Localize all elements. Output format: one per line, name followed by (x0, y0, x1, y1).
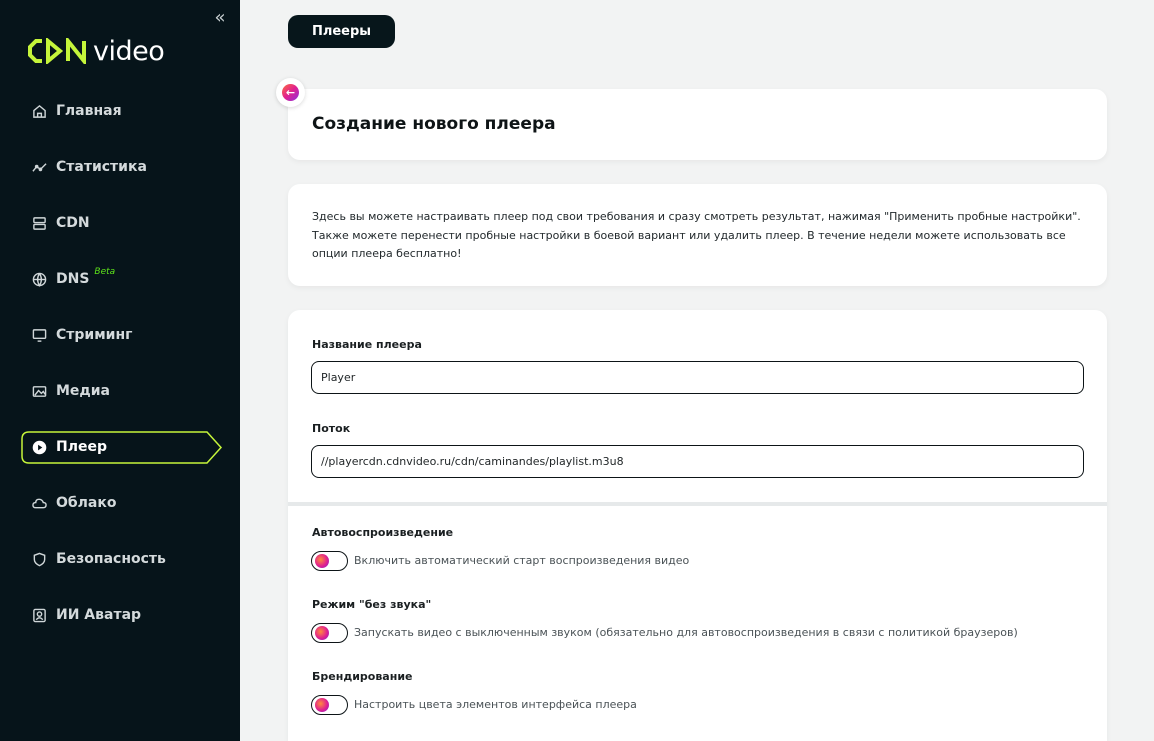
toggle-knob (315, 554, 329, 568)
sidebar-item-label: Статистика (56, 159, 147, 175)
branding-toggle[interactable] (311, 695, 348, 715)
home-icon (31, 103, 47, 119)
players-button[interactable]: Плееры (288, 15, 395, 48)
sidebar: « video Главная Статистика CDN DNS Beta … (0, 0, 240, 741)
server-icon (31, 215, 47, 231)
sidebar-item-label: Плеер (56, 439, 107, 455)
logo-mark-icon (28, 38, 90, 64)
sidebar-item-ai-avatar[interactable]: ИИ Аватар (22, 599, 220, 631)
sidebar-item-stats[interactable]: Статистика (22, 151, 220, 183)
sidebar-item-label: Главная (56, 103, 122, 119)
autoplay-label: Автовоспроизведение (312, 526, 454, 539)
muted-toggle[interactable] (311, 623, 348, 643)
stats-icon (31, 159, 47, 175)
title-card: Создание нового плеера (288, 89, 1107, 160)
sidebar-item-label: DNS (56, 271, 90, 287)
player-name-label: Название плеера (312, 338, 422, 351)
avatar-icon (31, 607, 47, 623)
sidebar-item-player[interactable]: Плеер (22, 431, 220, 463)
collapse-sidebar-button[interactable]: « (210, 8, 230, 28)
form-divider (288, 502, 1107, 506)
dns-icon (31, 271, 47, 287)
sidebar-item-dns[interactable]: DNS Beta (22, 263, 220, 295)
back-button[interactable]: ← (276, 78, 305, 107)
player-form-card: Название плеера Player Поток //playercdn… (288, 310, 1107, 741)
play-icon (31, 439, 47, 455)
stream-input[interactable]: //playercdn.cdnvideo.ru/cdn/caminandes/p… (311, 445, 1084, 478)
branding-label: Брендирование (312, 670, 413, 683)
sidebar-item-streaming[interactable]: Стриминг (22, 319, 220, 351)
toggle-knob (315, 626, 329, 640)
autoplay-description: Включить автоматический старт воспроизве… (354, 554, 690, 567)
sidebar-item-label: Стриминг (56, 327, 133, 343)
toggle-knob (315, 698, 329, 712)
monitor-icon (31, 327, 47, 343)
cloud-icon (31, 495, 47, 511)
logo-text: video (93, 35, 165, 67)
beta-badge: Beta (94, 267, 116, 277)
sidebar-item-security[interactable]: Безопасность (22, 543, 220, 575)
description-card: Здесь вы можете настраивать плеер под св… (288, 184, 1107, 286)
sidebar-item-media[interactable]: Медиа (22, 375, 220, 407)
sidebar-item-label: Безопасность (56, 551, 166, 567)
shield-icon (31, 551, 47, 567)
sidebar-item-cdn[interactable]: CDN (22, 207, 220, 239)
logo[interactable]: video (28, 35, 165, 67)
stream-label: Поток (312, 422, 351, 435)
page-description: Здесь вы можете настраивать плеер под св… (312, 210, 1081, 260)
media-icon (31, 383, 47, 399)
sidebar-item-label: ИИ Аватар (56, 607, 142, 623)
page-title: Создание нового плеера (312, 114, 556, 134)
sidebar-item-label: Облако (56, 495, 117, 511)
arrow-left-icon: ← (282, 84, 299, 101)
sidebar-item-label: CDN (56, 215, 90, 231)
muted-label: Режим "без звука" (312, 598, 432, 611)
branding-description: Настроить цвета элементов интерфейса пле… (354, 698, 637, 711)
autoplay-toggle[interactable] (311, 551, 348, 571)
sidebar-item-label: Медиа (56, 383, 110, 399)
sidebar-item-home[interactable]: Главная (22, 95, 220, 127)
player-name-input[interactable]: Player (311, 361, 1084, 394)
sidebar-item-cloud[interactable]: Облако (22, 487, 220, 519)
muted-description: Запускать видео с выключенным звуком (об… (354, 626, 1018, 639)
